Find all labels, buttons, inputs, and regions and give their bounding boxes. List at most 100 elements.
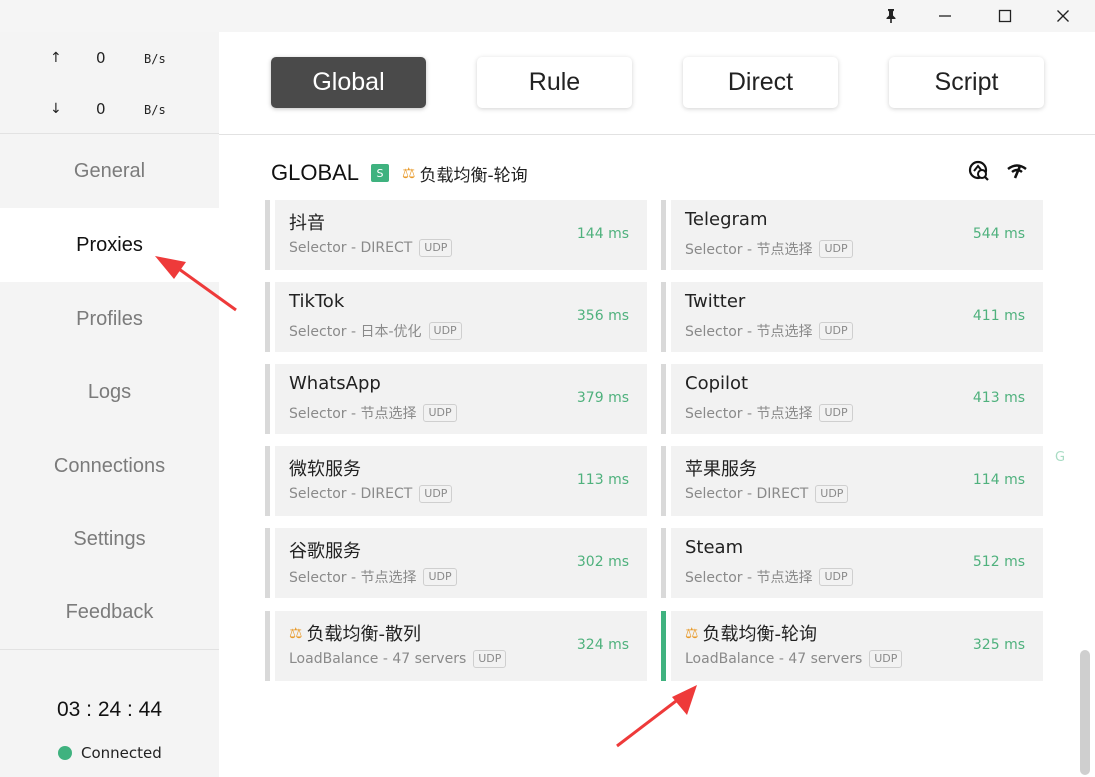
proxy-delay[interactable]: 411 ms: [973, 308, 1025, 324]
proxy-card[interactable]: Twitter Selector - 节点选择 UDP 411 ms: [661, 282, 1043, 352]
close-icon[interactable]: [1038, 0, 1088, 32]
mode-global-button[interactable]: Global: [271, 57, 426, 108]
proxy-card[interactable]: WhatsApp Selector - 节点选择 UDP 379 ms: [265, 364, 647, 434]
proxy-delay[interactable]: 356 ms: [577, 308, 629, 324]
proxy-card[interactable]: 谷歌服务 Selector - 节点选择 UDP 302 ms: [265, 528, 647, 598]
proxy-name: 抖音: [289, 209, 325, 235]
scale-icon: ⚖: [685, 624, 699, 642]
proxy-type-text: Selector - 节点选择: [685, 570, 813, 586]
proxy-name-text: 谷歌服务: [289, 541, 361, 562]
proxy-card[interactable]: TikTok Selector - 日本-优化 UDP 356 ms: [265, 282, 647, 352]
pin-icon[interactable]: [866, 0, 916, 32]
sidebar-item-logs[interactable]: Logs: [0, 355, 219, 429]
annotation-arrow-selected: [616, 685, 697, 748]
proxy-card[interactable]: ⚖ 负载均衡-散列 LoadBalance - 47 servers UDP 324…: [265, 611, 647, 681]
selection-bar: [265, 364, 270, 434]
proxy-type: Selector - 节点选择 UDP: [685, 239, 853, 259]
proxy-delay[interactable]: 324 ms: [577, 637, 629, 653]
proxy-name-text: 负载均衡-轮询: [702, 624, 817, 645]
connection-label: Connected: [81, 744, 162, 762]
selection-bar: [265, 200, 270, 270]
proxy-delay[interactable]: 144 ms: [577, 226, 629, 242]
speed-icon[interactable]: [1006, 160, 1028, 182]
selection-bar: [265, 611, 270, 681]
sidebar-item-label: Proxies: [76, 233, 143, 256]
minimize-icon[interactable]: [920, 0, 970, 32]
proxy-delay[interactable]: 413 ms: [973, 390, 1025, 406]
mode-direct-button[interactable]: Direct: [683, 57, 838, 108]
status-dot-icon: [58, 746, 72, 760]
proxy-type: Selector - 节点选择 UDP: [289, 567, 457, 587]
selector-badge: S: [371, 164, 390, 182]
udp-badge: UDP: [869, 650, 903, 668]
proxy-name: Copilot: [685, 373, 748, 394]
proxy-delay[interactable]: 114 ms: [973, 472, 1025, 488]
sidebar-item-proxies[interactable]: Proxies: [0, 208, 219, 282]
proxy-name: Telegram: [685, 209, 767, 230]
proxy-delay[interactable]: 113 ms: [577, 472, 629, 488]
proxy-type: Selector - 节点选择 UDP: [685, 403, 853, 423]
udp-badge: UDP: [815, 485, 849, 503]
proxy-name: 微软服务: [289, 455, 361, 481]
connection-status: Connected: [58, 744, 162, 762]
proxy-name: Twitter: [685, 291, 745, 312]
upload-speed: ↑ 0 B/s: [0, 44, 219, 74]
proxy-type: Selector - DIRECT UDP: [289, 239, 453, 257]
proxy-name-text: Telegram: [685, 209, 768, 230]
mode-rule-button[interactable]: Rule: [477, 57, 632, 108]
mode-switcher: Global Rule Direct Script: [219, 32, 1095, 135]
proxy-type: Selector - 节点选择 UDP: [685, 567, 853, 587]
proxy-name-text: 微软服务: [289, 459, 361, 480]
proxy-name-text: WhatsApp: [289, 373, 381, 394]
proxy-type-text: LoadBalance - 47 servers: [289, 651, 467, 667]
proxy-type: Selector - DIRECT UDP: [685, 485, 849, 503]
proxy-card[interactable]: 抖音 Selector - DIRECT UDP 144 ms: [265, 200, 647, 270]
sidebar-item-connections[interactable]: Connections: [0, 429, 219, 503]
udp-badge: UDP: [419, 485, 453, 503]
sidebar-item-profiles[interactable]: Profiles: [0, 282, 219, 356]
proxy-name-text: Twitter: [685, 291, 746, 312]
proxy-type-text: Selector - DIRECT: [289, 486, 413, 502]
proxy-delay[interactable]: 325 ms: [973, 637, 1025, 653]
proxy-card[interactable]: 微软服务 Selector - DIRECT UDP 113 ms: [265, 446, 647, 516]
selection-bar: [661, 611, 666, 681]
proxy-type-text: Selector - 节点选择: [685, 406, 813, 422]
proxy-delay[interactable]: 512 ms: [973, 554, 1025, 570]
sidebar-item-settings[interactable]: Settings: [0, 502, 219, 576]
sidebar-item-label: General: [73, 159, 146, 182]
scale-icon: ⚖: [289, 624, 303, 642]
proxy-type: Selector - 节点选择 UDP: [685, 321, 853, 341]
proxy-type-text: Selector - 日本-优化: [289, 324, 422, 340]
proxy-card[interactable]: Telegram Selector - 节点选择 UDP 544 ms: [661, 200, 1043, 270]
upload-unit: B/s: [144, 52, 166, 66]
proxy-name: 苹果服务: [685, 455, 757, 481]
sidebar-item-label: Logs: [87, 380, 132, 403]
mode-script-button[interactable]: Script: [889, 57, 1044, 108]
proxy-type-text: LoadBalance - 47 servers: [685, 651, 863, 667]
selection-bar: [661, 282, 666, 352]
proxy-type: Selector - 节点选择 UDP: [289, 403, 457, 423]
group-current-proxy: ⚖ 负载均衡-轮询: [402, 161, 528, 186]
proxy-card[interactable]: Steam Selector - 节点选择 UDP 512 ms: [661, 528, 1043, 598]
proxy-card-selected[interactable]: ⚖ 负载均衡-轮询 LoadBalance - 47 servers UDP 325…: [661, 611, 1043, 681]
proxy-name: TikTok: [289, 291, 344, 312]
udp-badge: UDP: [473, 650, 507, 668]
sidebar-item-feedback[interactable]: Feedback: [0, 575, 219, 649]
selection-bar: [661, 528, 666, 598]
proxy-name-text: TikTok: [289, 291, 345, 312]
proxy-delay[interactable]: 544 ms: [973, 226, 1025, 242]
proxy-card[interactable]: 苹果服务 Selector - DIRECT UDP 114 ms: [661, 446, 1043, 516]
sidebar-item-general[interactable]: General: [0, 134, 219, 208]
selection-bar: [265, 446, 270, 516]
maximize-icon[interactable]: [980, 0, 1030, 32]
group-title: GLOBAL: [271, 160, 360, 185]
group-header[interactable]: GLOBAL S ⚖ 负载均衡-轮询: [271, 158, 528, 188]
latency-test-icon[interactable]: [968, 160, 990, 182]
proxy-name-text: Steam: [685, 537, 744, 558]
proxy-card[interactable]: Copilot Selector - 节点选择 UDP 413 ms: [661, 364, 1043, 434]
scrollbar-thumb[interactable]: [1080, 650, 1090, 775]
proxy-delay[interactable]: 302 ms: [577, 554, 629, 570]
upload-arrow-icon: ↑: [50, 50, 62, 66]
proxy-delay[interactable]: 379 ms: [577, 390, 629, 406]
proxy-name: ⚖ 负载均衡-轮询: [685, 620, 817, 646]
